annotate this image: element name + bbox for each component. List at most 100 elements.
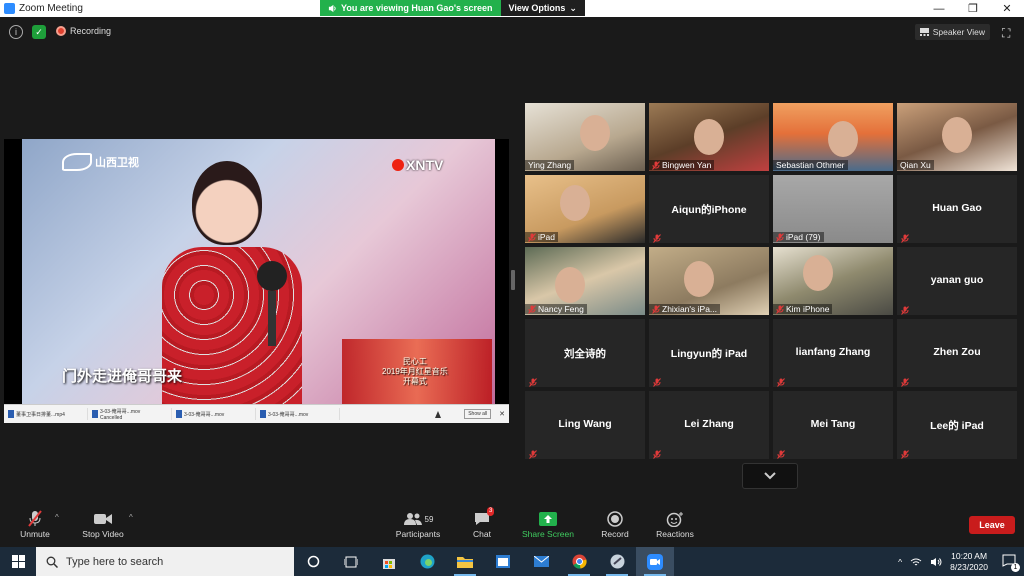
participant-tile[interactable]: Qian Xu (897, 103, 1017, 171)
show-all-downloads-button[interactable]: Show all (464, 409, 492, 419)
singer-head (192, 161, 262, 245)
close-download-bar-button[interactable]: ✕ (499, 410, 505, 418)
chevron-down-icon: ⌄ (569, 2, 577, 13)
video-options-caret[interactable]: ^ (129, 513, 133, 522)
participant-face (942, 117, 972, 153)
wifi-icon[interactable] (910, 557, 922, 567)
participant-tile[interactable]: Ling Wang (525, 391, 645, 459)
download-item[interactable]: 3-03-俺哥哥...mov Cancelled (92, 408, 172, 421)
taskbar-clock[interactable]: 10:20 AM 8/23/2020 (950, 551, 988, 573)
gallery-next-page-button[interactable] (742, 463, 798, 489)
start-button[interactable] (0, 547, 36, 576)
download-bar: 董事卫事日排董...mp4 3-03-俺哥哥...mov Cancelled 3-… (4, 404, 509, 423)
participant-tile[interactable]: Lingyun的 iPad (649, 319, 769, 387)
leave-meeting-button[interactable]: Leave (969, 516, 1015, 534)
participant-tile[interactable]: Mei Tang (773, 391, 893, 459)
file-icon (8, 410, 14, 418)
participants-label: Participants (395, 529, 441, 539)
microphone-muted-icon (653, 230, 661, 243)
participant-face (684, 261, 714, 297)
share-screen-button[interactable]: Share Screen (513, 509, 583, 539)
media-app-button[interactable] (598, 547, 636, 576)
microphone-muted-icon (528, 233, 536, 242)
microphone-muted-icon (901, 302, 909, 315)
participant-tile[interactable]: Lei Zhang (649, 391, 769, 459)
tray-overflow-chevron-icon[interactable]: ^ (898, 557, 902, 567)
zoom-app-button[interactable] (636, 547, 674, 576)
stop-video-button[interactable]: Stop Video (68, 509, 138, 539)
participant-tile[interactable]: Sebastian Othmer (773, 103, 893, 171)
microphone-muted-icon (528, 305, 536, 314)
chrome-app-button[interactable] (560, 547, 598, 576)
participant-tile[interactable]: iPad (525, 175, 645, 243)
cortana-circle-icon (307, 555, 319, 568)
notification-count: 1 (1011, 562, 1020, 572)
top-status-strip (0, 17, 1024, 47)
speaker-view-button[interactable]: Speaker View (914, 24, 990, 40)
participant-face (803, 255, 833, 291)
participant-tile[interactable]: 刘全诗的 (525, 319, 645, 387)
shared-screen[interactable]: 山西卫视 XNTV 门外走进俺哥哥来 民心工 2019年月红星音乐 开幕式 董事… (4, 139, 509, 423)
participant-name: Zhixian's iPa... (662, 304, 718, 314)
microphone-icon (257, 261, 287, 346)
fullscreen-icon[interactable]: ⛶ (1002, 26, 1010, 41)
participant-tile[interactable]: Aiqun的iPhone (649, 175, 769, 243)
participant-name-label: Sebastian Othmer (773, 160, 848, 170)
splitter-handle[interactable] (511, 270, 515, 290)
stage-caption-line-2: 2019年月红星音乐 (382, 367, 448, 376)
participant-tile[interactable]: Zhen Zou (897, 319, 1017, 387)
recording-indicator[interactable]: Recording (56, 26, 111, 36)
reactions-button[interactable]: Reactions (640, 509, 710, 539)
zoom-app-icon (4, 3, 15, 14)
taskbar-search-box[interactable]: Type here to search (36, 547, 294, 576)
channel-logo-left: 山西卫视 (62, 153, 139, 171)
participant-tile[interactable]: Huan Gao (897, 175, 1017, 243)
audio-options-caret[interactable]: ^ (55, 513, 59, 522)
participant-tile[interactable]: Lee的 iPad (897, 391, 1017, 459)
task-view-button[interactable] (332, 547, 370, 576)
participant-tile[interactable]: Bingwen Yan (649, 103, 769, 171)
file-explorer-button[interactable] (446, 547, 484, 576)
participant-tile[interactable]: Nancy Feng (525, 247, 645, 315)
unmute-button[interactable]: Unmute (0, 509, 70, 539)
participant-tile[interactable]: yanan guo (897, 247, 1017, 315)
participant-tile[interactable]: Zhixian's iPa... (649, 247, 769, 315)
download-item[interactable]: 3-03-俺哥哥...mov (260, 408, 340, 420)
record-dot-icon (56, 26, 66, 36)
info-icon[interactable]: i (9, 25, 23, 39)
volume-icon[interactable] (930, 557, 942, 567)
download-item[interactable]: 3-03-俺哥哥...mov (176, 408, 256, 420)
minimize-button[interactable]: — (922, 0, 956, 17)
participant-name: Kim iPhone (786, 304, 830, 314)
participant-tile[interactable]: Kim iPhone (773, 247, 893, 315)
restore-button[interactable]: ❐ (956, 0, 990, 17)
chevron-down-icon (764, 472, 776, 480)
recording-label: Recording (70, 26, 112, 36)
window-app-button[interactable] (484, 547, 522, 576)
participant-face (560, 185, 590, 221)
close-button[interactable]: ✕ (990, 0, 1024, 17)
meeting-toolbar: Unmute ^ Stop Video ^ 59 Participants 3 … (0, 503, 1024, 547)
record-icon (607, 511, 623, 527)
participant-tile[interactable]: iPad (79) (773, 175, 893, 243)
search-placeholder: Type here to search (66, 555, 164, 568)
download-name: 3-03-俺哥哥...mov (100, 408, 141, 415)
participants-button[interactable]: 59 Participants (383, 509, 453, 539)
cortana-button[interactable] (294, 547, 332, 576)
view-options-button[interactable]: View Options ⌄ (500, 0, 585, 16)
download-item[interactable]: 董事卫事日排董...mp4 (8, 408, 88, 420)
microphone-muted-icon (529, 374, 537, 387)
microphone-muted-icon (652, 305, 660, 314)
shield-icon[interactable]: ✓ (32, 25, 46, 39)
microphone-muted-icon (901, 374, 909, 387)
smiley-plus-icon (666, 512, 683, 527)
participant-tile[interactable]: lianfang Zhang (773, 319, 893, 387)
viewing-screen-message: You are viewing Huan Gao's screen (320, 0, 501, 16)
store-app-button[interactable] (370, 547, 408, 576)
edge-app-button[interactable] (408, 547, 446, 576)
action-center-button[interactable]: 1 (1002, 554, 1020, 572)
media-player-icon (610, 554, 624, 569)
participant-tile[interactable]: Ying Zhang (525, 103, 645, 171)
mail-app-button[interactable] (522, 547, 560, 576)
chat-button[interactable]: 3 Chat (447, 507, 517, 539)
